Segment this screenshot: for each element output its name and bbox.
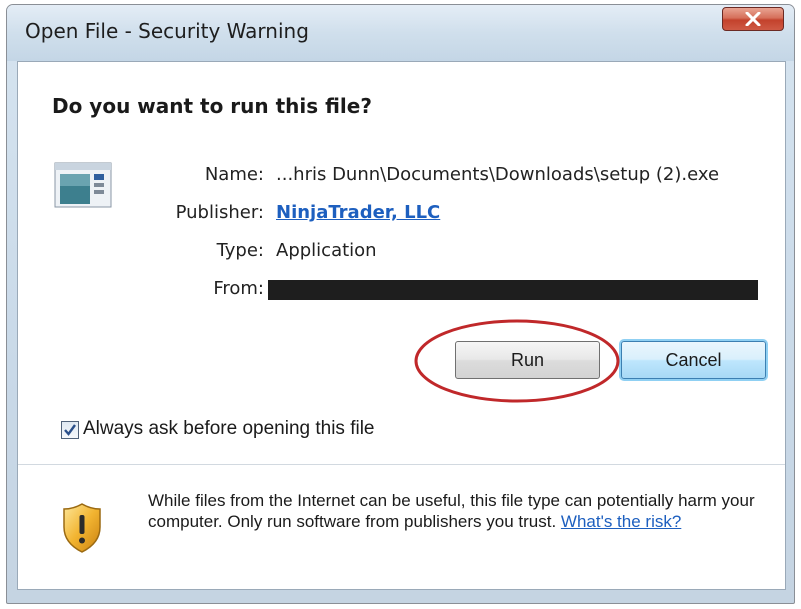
close-icon [745, 12, 761, 26]
publisher-link[interactable]: NinjaTrader, LLC [276, 202, 440, 223]
type-label: Type: [216, 240, 264, 261]
dialog-body: Do you want to run this file? Name: ...h… [17, 61, 786, 590]
publisher-label: Publisher: [175, 202, 264, 223]
always-ask-label[interactable]: Always ask before opening this file [83, 418, 375, 440]
checkmark-icon [64, 424, 76, 436]
run-button[interactable]: Run [455, 341, 600, 379]
from-label: From: [213, 278, 264, 299]
security-warning-dialog: Open File - Security Warning Do you want… [6, 4, 795, 604]
window-title: Open File - Security Warning [25, 19, 309, 43]
name-label: Name: [204, 164, 264, 185]
application-file-icon [54, 162, 112, 208]
divider [18, 464, 785, 465]
title-bar[interactable]: Open File - Security Warning [7, 5, 794, 61]
dialog-heading: Do you want to run this file? [52, 94, 372, 118]
warning-message: While files from the Internet can be use… [148, 490, 758, 532]
type-value: Application [276, 240, 377, 261]
whats-the-risk-link[interactable]: What's the risk? [561, 512, 681, 531]
redacted-source-url [268, 280, 758, 300]
cancel-button[interactable]: Cancel [621, 341, 766, 379]
warning-shield-icon [63, 503, 101, 553]
always-ask-checkbox[interactable] [61, 421, 79, 439]
name-value: ...hris Dunn\Documents\Downloads\setup (… [276, 164, 720, 185]
close-button[interactable] [722, 7, 784, 31]
